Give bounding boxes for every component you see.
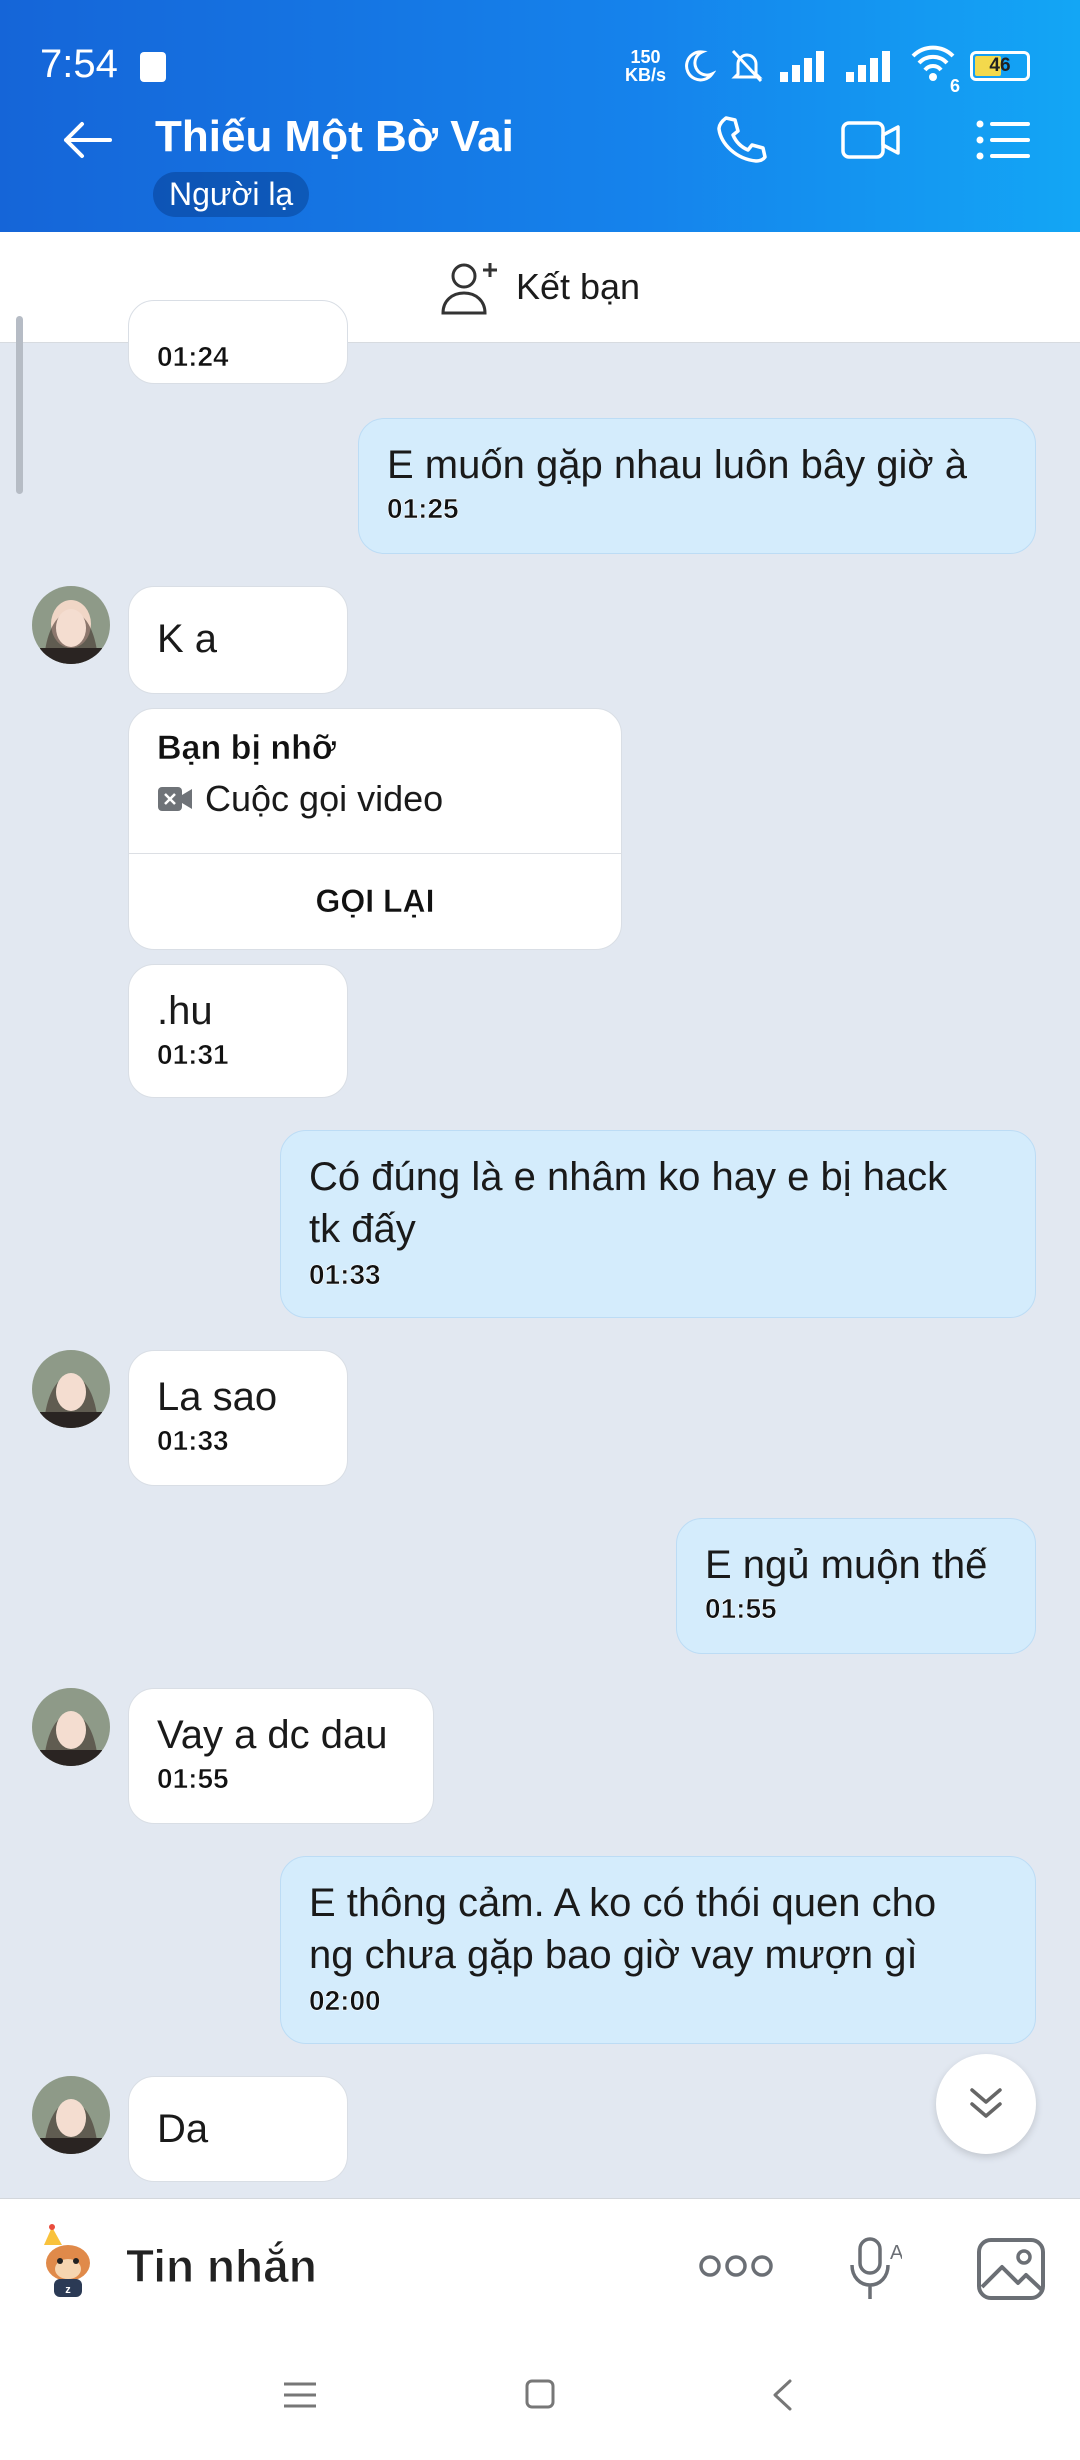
home-icon[interactable] [524, 2378, 556, 2410]
avatar[interactable] [32, 1688, 110, 1766]
message-bubble-outgoing[interactable]: Có đúng là e nhâm ko hay e bị hack tk đấ… [280, 1130, 1036, 1318]
missed-call-title: Bạn bị nhỡ [157, 729, 337, 768]
scroll-to-bottom-button[interactable] [936, 2054, 1036, 2154]
svg-text:z: z [65, 2284, 71, 2296]
moon-icon [685, 49, 716, 81]
message-bubble-incoming[interactable]: La sao 01:33 [128, 1350, 348, 1486]
wifi-indicator: 6 [910, 44, 960, 96]
message-bubble-incoming[interactable]: 01:24 [128, 300, 348, 384]
stranger-badge: Người lạ [153, 172, 310, 217]
phone-icon[interactable] [712, 112, 768, 168]
message-bubble-outgoing[interactable]: E muốn gặp nhau luôn bây giờ à 01:25 [358, 418, 1036, 554]
message-bubble-incoming[interactable]: .hu 01:31 [128, 964, 348, 1098]
message-input-bar: z Tin nhắn A [0, 2198, 1080, 2339]
message-bubble-incoming[interactable]: Da [128, 2076, 348, 2182]
status-icons: 150 KB/s 6 46 [624, 44, 1030, 96]
sticker-mascot-icon[interactable]: z [30, 2223, 106, 2299]
add-friend-icon [441, 263, 497, 315]
system-nav-bar [0, 2338, 1080, 2460]
avatar[interactable] [32, 586, 110, 664]
status-time: 7:54 [40, 42, 118, 86]
missed-video-icon [158, 787, 192, 811]
back-arrow-icon[interactable] [60, 120, 112, 160]
scrollbar[interactable] [16, 316, 23, 494]
avatar[interactable] [32, 2076, 110, 2154]
add-friend-label: Kết bạn [515, 266, 641, 307]
top-bar: 7:54 150 KB/s 6 46 Thiếu Một Bờ Vai Người… [0, 0, 1080, 232]
muted-bell-icon [731, 49, 763, 82]
menu-list-icon[interactable] [976, 118, 1030, 162]
message-bubble-outgoing[interactable]: E ngủ muộn thế 01:55 [676, 1518, 1036, 1654]
voice-to-text-icon[interactable]: A [846, 2235, 902, 2303]
shopping-bag-icon [140, 52, 166, 82]
signal-icon-1 [780, 50, 824, 82]
message-bubble-outgoing[interactable]: E thông cảm. A ko có thói quen cho ng ch… [280, 1856, 1036, 2044]
double-chevron-down-icon [970, 2088, 1002, 2118]
net-speed: 150 KB/s [624, 46, 666, 85]
message-input[interactable]: Tin nhắn [126, 2239, 318, 2293]
back-nav-icon[interactable] [770, 2378, 794, 2412]
svg-text:A: A [890, 2242, 902, 2264]
video-call-icon[interactable] [840, 115, 902, 165]
callback-button[interactable]: GỌI LẠI [129, 853, 621, 949]
avatar[interactable] [32, 1350, 110, 1428]
image-gallery-icon[interactable] [976, 2237, 1046, 2301]
recent-apps-icon[interactable] [282, 2380, 318, 2410]
more-options-icon[interactable] [698, 2251, 774, 2281]
missed-call-card[interactable]: Bạn bị nhỡ Cuộc gọi video GỌI LẠI [128, 708, 622, 950]
signal-icon-2 [846, 50, 890, 82]
message-bubble-incoming[interactable]: K a [128, 586, 348, 694]
message-bubble-incoming[interactable]: Vay a dc dau 01:55 [128, 1688, 434, 1824]
battery-icon: 46 [970, 50, 1030, 81]
contact-name[interactable]: Thiếu Một Bờ Vai [155, 112, 514, 162]
missed-call-row: Cuộc gọi video [129, 768, 621, 820]
